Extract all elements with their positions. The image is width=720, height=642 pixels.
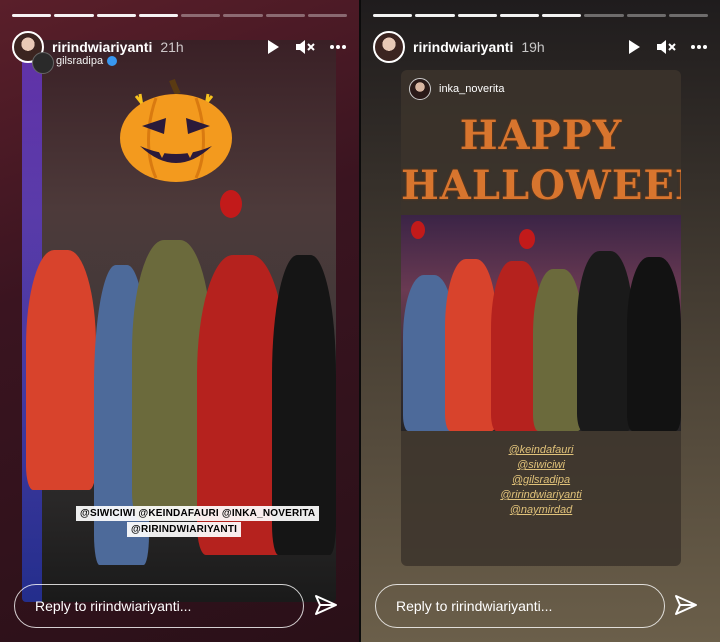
red-lantern (220, 190, 242, 218)
person-green-costume (533, 269, 583, 431)
mention-tag[interactable]: @RIRINDWIARIYANTI (127, 522, 242, 537)
play-icon[interactable] (265, 39, 281, 55)
username[interactable]: ririndwiariyanti (52, 39, 152, 55)
person-red-dress (445, 259, 497, 431)
story-header: ririndwiariyanti 19h (373, 30, 708, 64)
sub-username[interactable]: gilsradipa (56, 55, 103, 67)
story-left[interactable]: ririndwiariyanti 21h gilsradipa @SIWICIW… (0, 0, 359, 642)
mention-link[interactable]: @naymirdad (401, 503, 681, 518)
headline-halloween: HALLOWEEN (401, 162, 681, 209)
red-lantern (411, 221, 425, 239)
mention-list: @keindafauri @siwiciwi @gilsradipa @riri… (401, 443, 681, 518)
mention-tag[interactable]: @SIWICIWI @KEINDAFAURI @INKA_NOVERITA (76, 506, 320, 521)
shared-post-card[interactable]: inka_noverita HAPPY HALLOWEEN @keindafau… (401, 70, 681, 566)
jack-o-lantern-sticker (116, 76, 236, 184)
red-lantern (519, 229, 535, 249)
story-right[interactable]: ririndwiariyanti 19h inka_noverita HAPPY… (361, 0, 720, 642)
play-icon[interactable] (626, 39, 642, 55)
speaker-muted-icon[interactable] (656, 39, 676, 55)
send-paper-plane-icon[interactable] (314, 594, 338, 616)
shared-username[interactable]: inka_noverita (439, 83, 504, 95)
avatar[interactable] (373, 31, 405, 63)
verified-badge-icon (107, 56, 118, 66)
post-time: 21h (160, 39, 184, 55)
reply-placeholder: Reply to ririndwiariyanti... (396, 598, 553, 614)
reply-input[interactable]: Reply to ririndwiariyanti... (375, 584, 665, 628)
person-black-outfit (577, 251, 633, 431)
more-dots-icon[interactable] (329, 44, 347, 50)
mention-link[interactable]: @siwiciwi (401, 458, 681, 473)
username[interactable]: ririndwiariyanti (413, 39, 513, 55)
person-red-dress (26, 250, 96, 490)
send-paper-plane-icon[interactable] (674, 594, 698, 616)
story-progress-bar (12, 14, 347, 17)
reply-input[interactable]: Reply to ririndwiariyanti... (14, 584, 304, 628)
shared-group-photo (401, 215, 681, 431)
more-dots-icon[interactable] (690, 44, 708, 50)
headline-happy: HAPPY (459, 112, 623, 159)
speaker-muted-icon[interactable] (295, 39, 315, 55)
mention-link[interactable]: @ririndwiariyanti (401, 488, 681, 503)
original-author[interactable]: gilsradipa (56, 55, 118, 67)
mention-link[interactable]: @gilsradipa (401, 473, 681, 488)
mention-link[interactable]: @keindafauri (401, 443, 681, 458)
post-time: 19h (521, 39, 545, 55)
sub-avatar[interactable] (32, 52, 54, 74)
reply-placeholder: Reply to ririndwiariyanti... (35, 598, 192, 614)
story-progress-bar (373, 14, 708, 17)
shared-post-header[interactable]: inka_noverita (409, 78, 504, 100)
person-black-dress (627, 257, 681, 431)
avatar[interactable] (409, 78, 431, 100)
